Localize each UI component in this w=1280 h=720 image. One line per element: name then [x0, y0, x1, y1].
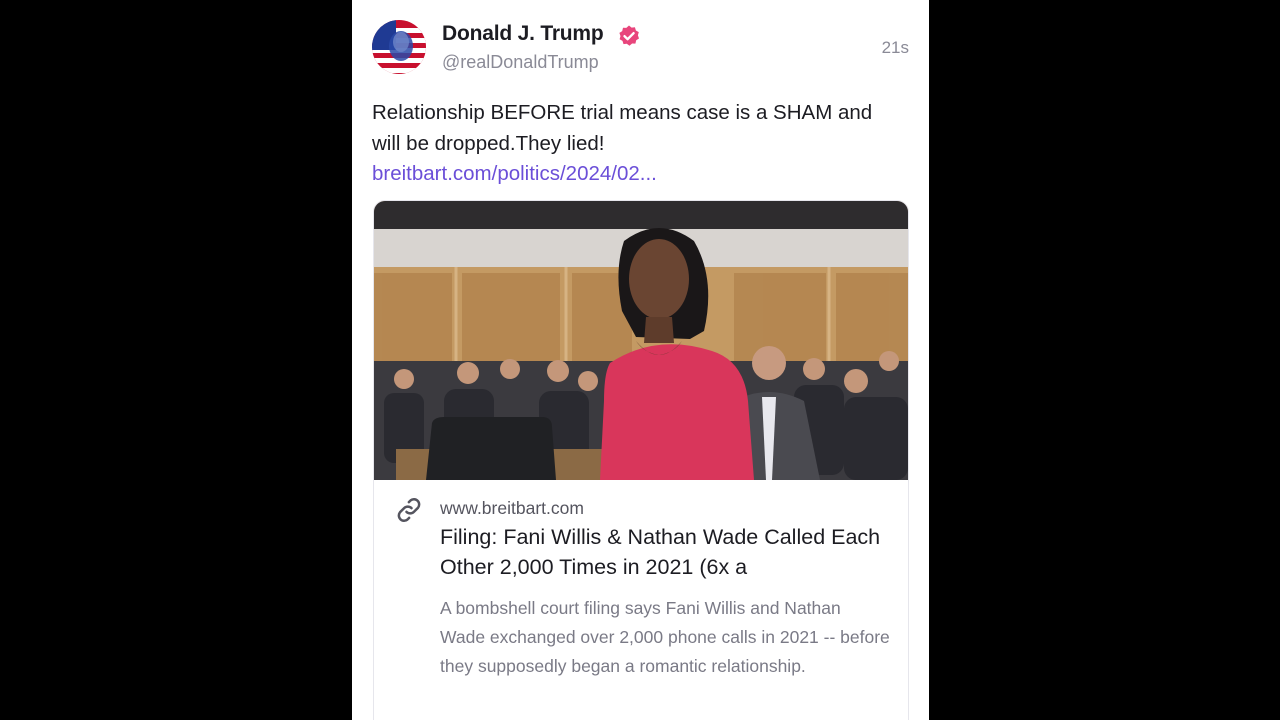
- post-container: Donald J. Trump @realDonaldTrump 21s Rel…: [352, 0, 929, 720]
- post-timestamp[interactable]: 21s: [882, 38, 909, 58]
- link-card-domain: www.breitbart.com: [440, 498, 584, 518]
- link-card-description: A bombshell court filing says Fani Willi…: [440, 598, 890, 676]
- link-card-title[interactable]: Filing: Fani Willis & Nathan Wade Called…: [440, 522, 890, 582]
- link-preview-image: [374, 201, 908, 480]
- verified-badge-icon: [619, 25, 639, 46]
- flag-portrait-avatar-icon: [372, 20, 426, 74]
- post-link[interactable]: breitbart.com/politics/2024/02...: [372, 162, 657, 185]
- author-display-name[interactable]: Donald J. Trump: [442, 22, 604, 46]
- link-icon: [397, 498, 421, 522]
- post-body-text: Relationship BEFORE trial means case is …: [372, 101, 873, 155]
- link-preview-card[interactable]: www.breitbart.com Filing: Fani Willis & …: [373, 200, 909, 720]
- author-avatar[interactable]: [372, 20, 426, 74]
- author-handle[interactable]: @realDonaldTrump: [442, 52, 599, 73]
- post-body: Relationship BEFORE trial means case is …: [372, 98, 892, 190]
